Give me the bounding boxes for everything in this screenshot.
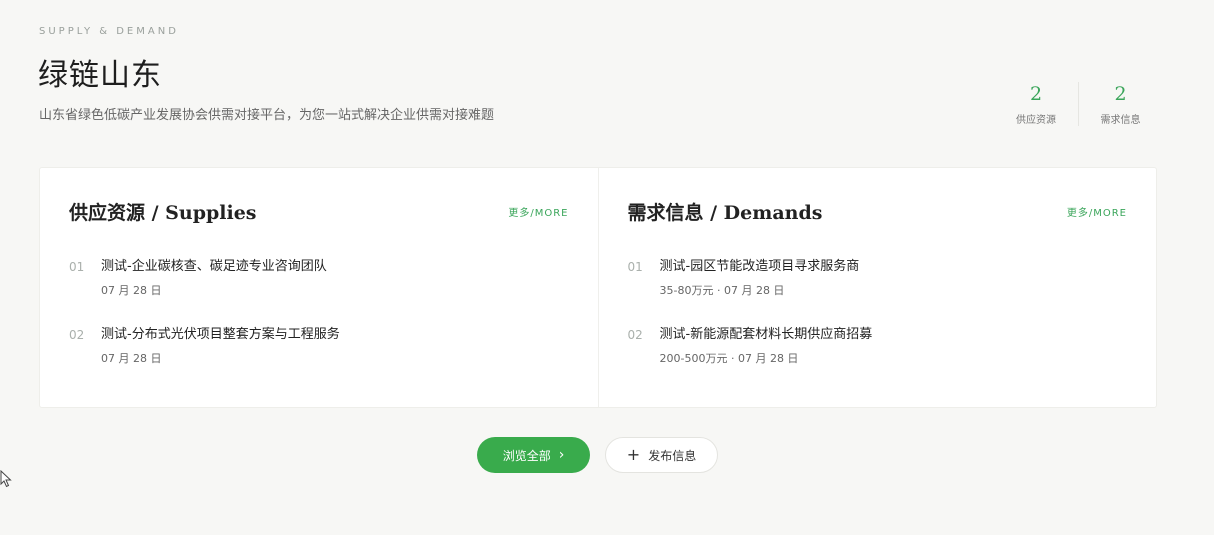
list-item-index: 01 [627, 260, 643, 274]
plus-icon: + [626, 445, 641, 464]
stat-demands-label: 需求信息 [1100, 115, 1141, 126]
supplies-card-title: 供应资源 / Supplies [69, 201, 257, 224]
publish-label: 发布信息 [648, 448, 697, 463]
mouse-cursor-icon [0, 470, 12, 488]
list-item-body: 测试-分布式光伏项目整套方案与工程服务 07 月 28 日 [101, 325, 569, 393]
stat-supplies-label: 供应资源 [1016, 115, 1056, 126]
list-item-body: 测试-企业碳核查、碳足迹专业咨询团队 07 月 28 日 [101, 257, 569, 325]
publish-button[interactable]: + 发布信息 [605, 437, 718, 473]
section-eyebrow: SUPPLY & DEMAND [39, 26, 179, 37]
stat-demands-value: 2 [1114, 83, 1127, 105]
supplies-card-header: 供应资源 / Supplies 更多/MORE [69, 198, 569, 224]
list-item[interactable]: 01 测试-企业碳核查、碳足迹专业咨询团队 07 月 28 日 [69, 257, 569, 325]
supplies-more-link[interactable]: 更多/MORE [508, 204, 568, 219]
list-item-title[interactable]: 测试-企业碳核查、碳足迹专业咨询团队 [101, 257, 569, 277]
list-item-title[interactable]: 测试-园区节能改造项目寻求服务商 [660, 257, 1128, 277]
chevron-right-icon: › [558, 447, 565, 463]
list-item-title[interactable]: 测试-新能源配套材料长期供应商招募 [660, 325, 1128, 345]
demands-card-title: 需求信息 / Demands [627, 201, 823, 224]
page-title: 绿链山东 [38, 58, 162, 93]
stats-panel: 2 供应资源 2 需求信息 [994, 82, 1162, 126]
stat-supplies: 2 供应资源 [994, 82, 1078, 126]
demands-more-link[interactable]: 更多/MORE [1067, 204, 1127, 219]
stat-demands: 2 需求信息 [1078, 82, 1162, 126]
demands-card: 需求信息 / Demands 更多/MORE 01 测试-园区节能改造项目寻求服… [597, 168, 1157, 407]
list-item-meta: 07 月 28 日 [101, 284, 162, 297]
demands-list: 01 测试-园区节能改造项目寻求服务商 35-80万元 · 07 月 28 日 … [628, 257, 1128, 393]
list-item-index: 02 [69, 328, 85, 342]
page-subtitle: 山东省绿色低碳产业发展协会供需对接平台，为您一站式解决企业供需对接难题 [39, 108, 495, 123]
list-item-index: 02 [627, 328, 643, 342]
browse-all-button[interactable]: 浏览全部 › [477, 437, 590, 473]
list-item-meta: 35-80万元 · 07 月 28 日 [659, 284, 785, 297]
list-item-title[interactable]: 测试-分布式光伏项目整套方案与工程服务 [101, 325, 569, 345]
list-item[interactable]: 02 测试-分布式光伏项目整套方案与工程服务 07 月 28 日 [69, 325, 569, 393]
list-item-index: 01 [69, 260, 85, 274]
list-item-meta: 07 月 28 日 [101, 352, 162, 365]
action-bar: 浏览全部 › + 发布信息 [477, 437, 718, 473]
supplies-list: 01 测试-企业碳核查、碳足迹专业咨询团队 07 月 28 日 02 测试-分布… [69, 257, 569, 393]
list-item[interactable]: 02 测试-新能源配套材料长期供应商招募 200-500万元 · 07 月 28… [628, 325, 1128, 393]
cards-container: 供应资源 / Supplies 更多/MORE 01 测试-企业碳核查、碳足迹专… [39, 167, 1157, 408]
page: SUPPLY & DEMAND 绿链山东 山东省绿色低碳产业发展协会供需对接平台… [0, 0, 1214, 535]
supplies-card: 供应资源 / Supplies 更多/MORE 01 测试-企业碳核查、碳足迹专… [40, 168, 598, 407]
browse-all-label: 浏览全部 [502, 448, 551, 463]
list-item-meta: 200-500万元 · 07 月 28 日 [659, 352, 799, 365]
list-item-body: 测试-园区节能改造项目寻求服务商 35-80万元 · 07 月 28 日 [660, 257, 1128, 325]
stat-supplies-value: 2 [1029, 83, 1043, 105]
demands-card-header: 需求信息 / Demands 更多/MORE [628, 198, 1128, 224]
list-item-body: 测试-新能源配套材料长期供应商招募 200-500万元 · 07 月 28 日 [660, 325, 1128, 393]
list-item[interactable]: 01 测试-园区节能改造项目寻求服务商 35-80万元 · 07 月 28 日 [628, 257, 1128, 325]
